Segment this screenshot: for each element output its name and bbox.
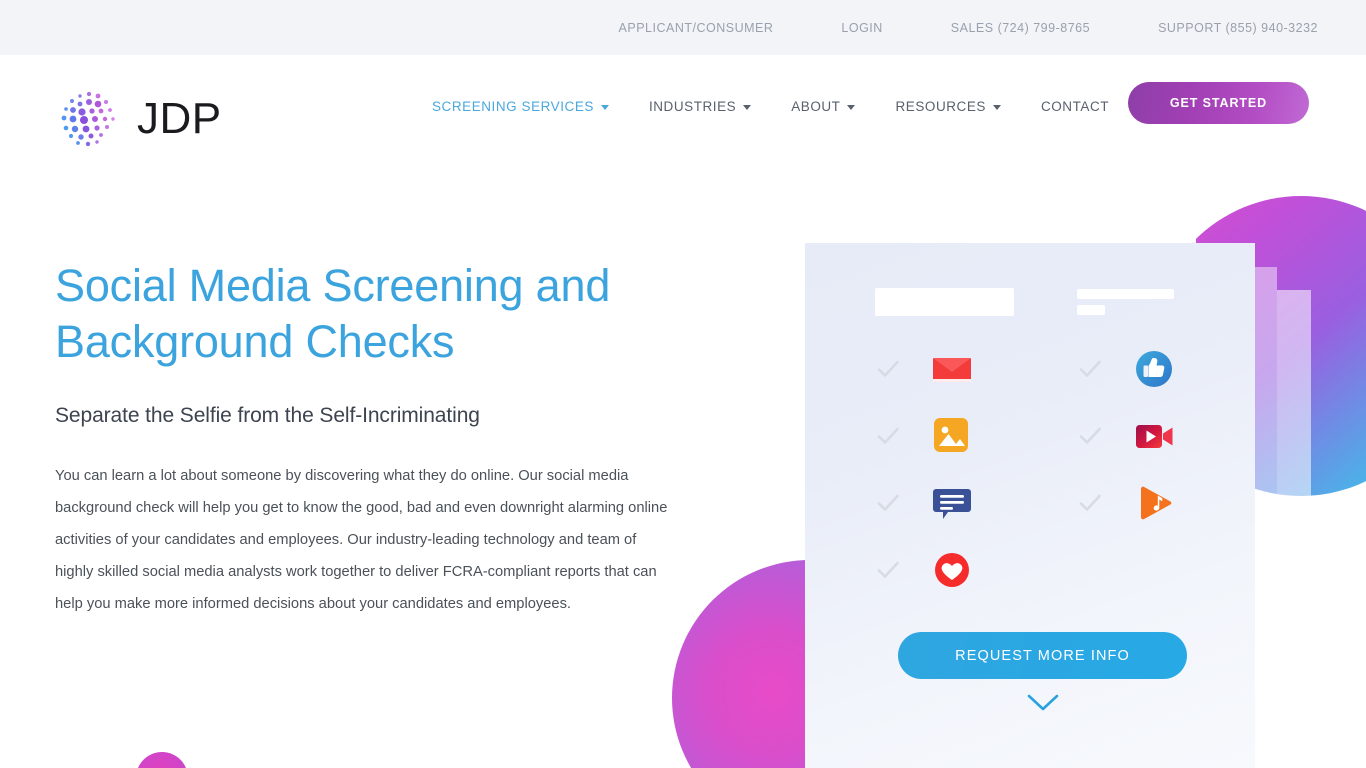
checkmark-icon bbox=[877, 561, 899, 578]
hero-body-text: You can learn a lot about someone by dis… bbox=[55, 468, 668, 612]
request-more-info-button[interactable]: REQUEST MORE INFO bbox=[898, 632, 1187, 679]
topbar-link-applicant-consumer[interactable]: APPLICANT/CONSUMER bbox=[585, 21, 808, 35]
nav-item-resources[interactable]: RESOURCES bbox=[875, 99, 1020, 114]
checklist-column-right bbox=[1077, 335, 1177, 536]
checkmark-icon bbox=[877, 494, 899, 511]
hero-subtitle: Separate the Selfie from the Self-Incrim… bbox=[55, 404, 480, 427]
topbar-link-support-phone[interactable]: SUPPORT (855) 940-3232 bbox=[1124, 21, 1318, 35]
utility-links: APPLICANT/CONSUMER LOGIN SALES (724) 799… bbox=[585, 21, 1366, 35]
nav-label: ABOUT bbox=[791, 99, 841, 114]
nav-label: RESOURCES bbox=[895, 99, 986, 114]
chat-message-bubble-icon bbox=[933, 488, 971, 519]
decorative-dot-bottom-left bbox=[136, 752, 188, 768]
nav-label: CONTACT bbox=[1040, 99, 1110, 114]
music-play-icon bbox=[1141, 486, 1172, 519]
placeholder-bar-large bbox=[875, 288, 1014, 316]
checklist-column-left bbox=[875, 335, 975, 603]
list-item[interactable] bbox=[1077, 469, 1177, 536]
checkmark-icon bbox=[1079, 494, 1101, 511]
get-started-button[interactable]: GET STARTED bbox=[1128, 82, 1309, 124]
page-title-line-1: Social Media Screening and bbox=[55, 260, 611, 311]
checkmark-icon bbox=[1079, 360, 1101, 377]
nav-item-contact[interactable]: CONTACT bbox=[1021, 99, 1129, 114]
checkmark-icon bbox=[877, 427, 899, 444]
list-item[interactable] bbox=[1077, 402, 1177, 469]
list-item[interactable] bbox=[875, 402, 975, 469]
main-navigation: SCREENING SERVICES INDUSTRIES ABOUT RESO… bbox=[412, 99, 1129, 114]
chevron-down-icon bbox=[847, 105, 856, 110]
topbar-link-login[interactable]: LOGIN bbox=[807, 21, 916, 35]
brand-logo[interactable]: JDP bbox=[55, 85, 222, 153]
list-item[interactable] bbox=[875, 536, 975, 603]
decorative-light-bar-2 bbox=[1277, 290, 1311, 600]
nav-label: INDUSTRIES bbox=[648, 99, 737, 114]
site-header: JDP SCREENING SERVICES INDUSTRIES ABOUT … bbox=[0, 55, 1366, 197]
page-title-line-2: Background Checks bbox=[55, 316, 455, 367]
chevron-down-icon bbox=[992, 105, 1001, 110]
thumbs-up-icon bbox=[1136, 350, 1172, 387]
photo-image-icon bbox=[934, 417, 968, 452]
list-item[interactable] bbox=[1077, 335, 1177, 402]
topbar-link-sales-phone[interactable]: SALES (724) 799-8765 bbox=[917, 21, 1124, 35]
page-root: APPLICANT/CONSUMER LOGIN SALES (724) 799… bbox=[0, 0, 1366, 768]
nav-item-screening-services[interactable]: SCREENING SERVICES bbox=[412, 99, 629, 114]
dot-cluster-circle-logo-icon bbox=[61, 91, 115, 147]
heart-like-icon bbox=[935, 552, 969, 587]
hero-content: Social Media Screening and Background Ch… bbox=[55, 258, 685, 620]
video-camera-icon bbox=[1136, 424, 1173, 448]
placeholder-bar-small bbox=[1077, 305, 1105, 315]
chevron-down-icon bbox=[600, 105, 609, 110]
list-item[interactable] bbox=[875, 469, 975, 536]
list-item[interactable] bbox=[875, 335, 975, 402]
page-title: Social Media Screening and Background Ch… bbox=[55, 258, 685, 370]
social-checklist-panel bbox=[805, 243, 1255, 768]
decorative-light-bar-1 bbox=[1255, 267, 1277, 597]
nav-item-about[interactable]: ABOUT bbox=[771, 99, 875, 114]
nav-item-industries[interactable]: INDUSTRIES bbox=[629, 99, 771, 114]
placeholder-bar-medium bbox=[1077, 289, 1174, 299]
utility-topbar: APPLICANT/CONSUMER LOGIN SALES (724) 799… bbox=[0, 0, 1366, 55]
brand-name: JDP bbox=[137, 94, 222, 143]
envelope-mail-icon bbox=[933, 357, 971, 382]
checkmark-icon bbox=[877, 360, 899, 377]
nav-label: SCREENING SERVICES bbox=[432, 99, 594, 114]
chevron-down-icon[interactable] bbox=[1025, 692, 1061, 714]
chevron-down-icon bbox=[743, 105, 752, 110]
checkmark-icon bbox=[1079, 427, 1101, 444]
